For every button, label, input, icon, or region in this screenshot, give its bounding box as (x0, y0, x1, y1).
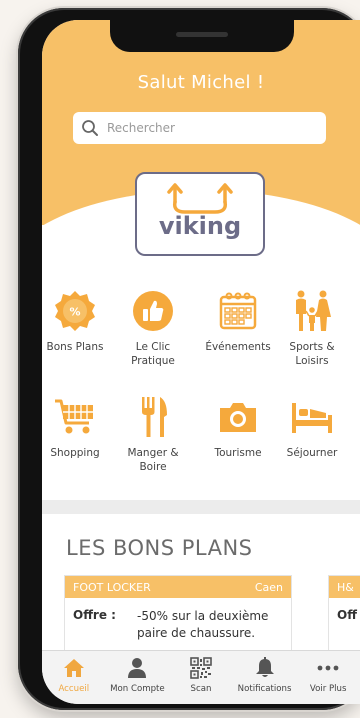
category-label: Bons Plans (46, 341, 104, 353)
category-label: Événements (205, 341, 271, 353)
fork-knife-icon (142, 397, 167, 437)
deal-store: H& (337, 580, 354, 594)
category-evenements[interactable]: Événements (201, 288, 275, 354)
bed-icon (292, 403, 332, 433)
search-input[interactable] (105, 120, 309, 136)
tab-label: Notifications (237, 684, 292, 694)
tab-accueil[interactable]: Accueil (42, 651, 106, 704)
home-icon (63, 659, 84, 677)
greeting-title: Salut Michel ! (137, 72, 265, 93)
section-divider (42, 500, 360, 514)
tab-scan[interactable]: Scan (169, 651, 233, 704)
category-sports-loisirs[interactable]: Sports & Loisirs (275, 288, 349, 368)
deals-section: LES BONS PLANS FOOT LOCKER Caen Offre : … (42, 514, 360, 665)
deal-store: FOOT LOCKER (73, 580, 151, 594)
category-label: Sports & Loisirs (289, 341, 335, 367)
deal-card-header: FOOT LOCKER Caen (65, 576, 291, 598)
app-screen: Salut Michel ! viking % Bons (42, 20, 360, 704)
search-icon (82, 120, 98, 136)
logo-text: viking (158, 212, 242, 240)
category-label: Séjourner (286, 447, 338, 459)
bottom-tab-bar: Accueil Mon Compte Scan Notifications Vo… (42, 650, 360, 704)
thumbs-up-icon (133, 291, 173, 331)
search-bar[interactable] (73, 112, 326, 144)
bell-icon (255, 657, 274, 677)
tab-voir-plus[interactable]: Voir Plus (296, 651, 360, 704)
tab-label: Mon Compte (110, 684, 165, 694)
shopping-cart-icon (55, 399, 93, 434)
more-dots-icon (317, 665, 339, 671)
tab-notifications[interactable]: Notifications (233, 651, 297, 704)
speaker-grille (176, 32, 228, 37)
tab-label: Voir Plus (309, 684, 347, 694)
deal-card-header: H& (329, 576, 360, 598)
category-label: Le Clic Pratique (131, 341, 175, 367)
category-tourisme[interactable]: Tourisme (201, 394, 275, 460)
offer-label: Offre : (73, 608, 116, 622)
deal-city: Caen (254, 580, 283, 594)
category-shopping[interactable]: Shopping (42, 394, 112, 460)
category-label: Tourisme (214, 447, 262, 459)
qr-code-icon (190, 657, 212, 679)
user-icon (128, 658, 147, 678)
category-label: Shopping (50, 447, 100, 459)
content-area (42, 225, 360, 520)
tab-label: Scan (190, 684, 212, 694)
calendar-icon (219, 292, 257, 330)
deals-title: LES BONS PLANS (66, 536, 253, 560)
tab-label: Accueil (58, 684, 90, 694)
category-bons-plans[interactable]: % Bons Plans (42, 288, 112, 354)
category-manger-boire[interactable]: Manger & Boire (116, 394, 190, 474)
offer-label: Off (337, 608, 357, 622)
category-label: Manger & Boire (127, 447, 179, 473)
offer-text: -50% sur la deuxième paire de chaussure. (137, 609, 269, 640)
svg-text:%: % (69, 306, 80, 319)
category-le-clic-pratique[interactable]: Le Clic Pratique (116, 288, 190, 368)
percent-badge-icon: % (55, 291, 95, 331)
viking-logo: viking (135, 172, 265, 256)
camera-icon (220, 403, 256, 432)
category-sejourner[interactable]: Séjourner (275, 394, 349, 460)
family-icon (296, 290, 331, 331)
phone-notch (110, 20, 294, 52)
tab-mon-compte[interactable]: Mon Compte (106, 651, 170, 704)
